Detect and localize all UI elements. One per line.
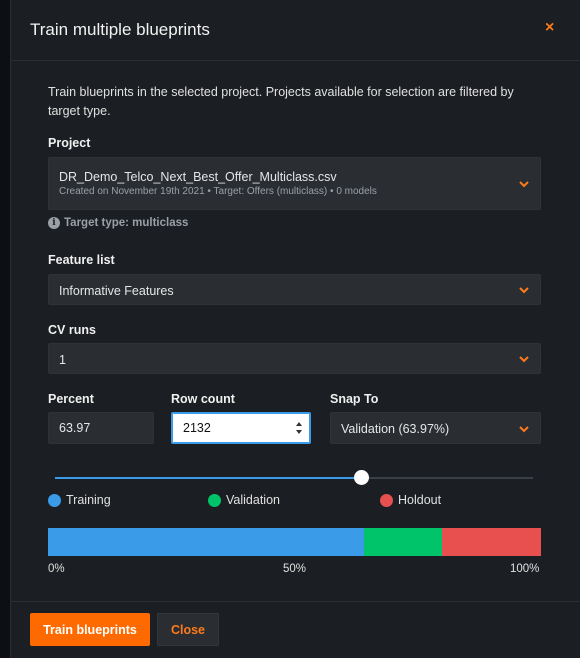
snap-to-label: Snap To xyxy=(330,392,379,406)
legend-holdout: Holdout xyxy=(380,493,441,507)
holdout-dot-icon xyxy=(380,493,393,507)
row-count-label: Row count xyxy=(171,392,235,406)
dialog-body: Train blueprints in the selected project… xyxy=(11,61,580,601)
train-blueprints-dialog: Train multiple blueprints × Train bluepr… xyxy=(10,0,580,658)
feature-list-select[interactable]: Informative Features xyxy=(48,274,541,305)
scale-mid: 50% xyxy=(283,563,307,575)
close-button[interactable]: Close xyxy=(157,613,219,646)
scale-end: 100% xyxy=(510,563,540,575)
legend-validation: Validation xyxy=(208,493,280,507)
training-dot-icon xyxy=(48,493,61,507)
percent-value: 63.97 xyxy=(59,421,91,435)
project-meta: Created on November 19th 2021 • Target: … xyxy=(59,186,377,197)
project-select[interactable]: DR_Demo_Telco_Next_Best_Offer_Multiclass… xyxy=(48,157,541,210)
dialog-header: Train multiple blueprints × xyxy=(11,0,580,61)
project-name: DR_Demo_Telco_Next_Best_Offer_Multiclass… xyxy=(59,170,337,184)
validation-segment xyxy=(363,528,443,556)
chevron-down-icon xyxy=(518,178,530,190)
partition-bar xyxy=(48,528,541,556)
slider-handle[interactable] xyxy=(353,470,369,485)
snap-to-select[interactable]: Validation (63.97%) xyxy=(330,412,541,444)
chevron-down-icon xyxy=(518,423,530,435)
info-icon: i xyxy=(48,217,60,229)
chevron-down-icon xyxy=(518,284,530,296)
cv-runs-label: CV runs xyxy=(48,323,96,337)
percent-label: Percent xyxy=(48,392,94,406)
validation-dot-icon xyxy=(208,493,221,507)
number-stepper-icon[interactable] xyxy=(295,420,303,436)
legend-validation-label: Validation xyxy=(226,493,280,507)
chevron-down-icon xyxy=(518,353,530,365)
target-type-info: i Target type: multiclass xyxy=(48,217,188,229)
target-type-text: Target type: multiclass xyxy=(64,217,189,229)
intro-text: Train blueprints in the selected project… xyxy=(48,85,514,118)
dialog-title: Train multiple blueprints xyxy=(30,20,210,39)
snap-to-value: Validation (63.97%) xyxy=(341,422,450,436)
slider-fill xyxy=(55,477,361,479)
partition-slider[interactable] xyxy=(55,470,533,485)
legend-training: Training xyxy=(48,493,111,507)
percent-input[interactable]: 63.97 xyxy=(48,412,154,444)
close-icon[interactable]: × xyxy=(545,19,554,37)
legend-training-label: Training xyxy=(66,493,111,507)
row-count-input[interactable]: 2132 xyxy=(171,412,311,444)
cv-runs-select[interactable]: 1 xyxy=(48,343,541,374)
train-blueprints-button[interactable]: Train blueprints xyxy=(30,613,150,646)
training-segment xyxy=(48,528,364,556)
holdout-segment xyxy=(442,528,541,556)
legend-holdout-label: Holdout xyxy=(398,493,442,507)
dialog-footer: Train blueprints Close xyxy=(11,601,580,658)
scale-start: 0% xyxy=(48,563,65,575)
project-label: Project xyxy=(48,136,91,150)
feature-list-value: Informative Features xyxy=(59,284,174,298)
row-count-value: 2132 xyxy=(183,421,211,435)
cv-runs-value: 1 xyxy=(59,353,66,367)
feature-list-label: Feature list xyxy=(48,253,115,267)
